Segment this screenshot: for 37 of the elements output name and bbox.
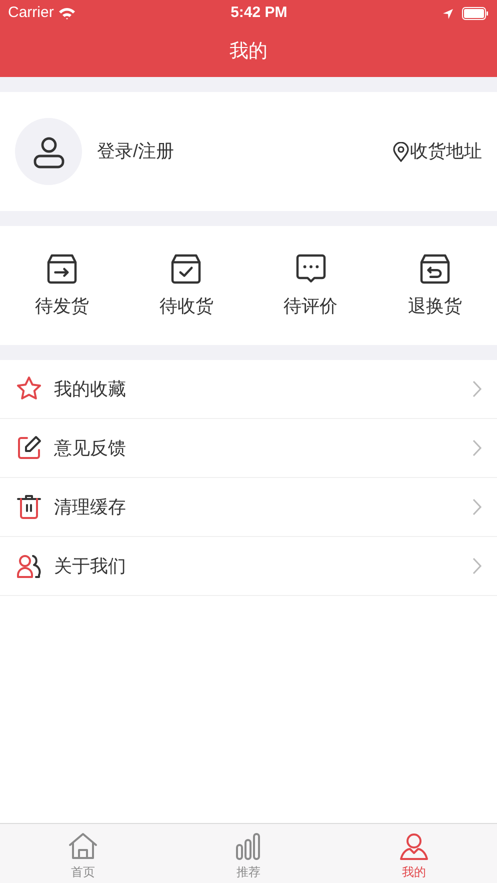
address-link[interactable]: 收货地址	[410, 138, 482, 165]
menu-item[interactable]: 意见反馈	[0, 419, 497, 478]
menu-label: 关于我们	[54, 554, 126, 578]
clock-time: 5:42 PM	[230, 3, 288, 24]
order-status-item[interactable]: 退换货	[372, 226, 497, 345]
chevron-right-icon	[472, 498, 482, 516]
login-link[interactable]: 登录/注册	[97, 138, 174, 165]
order-status-item[interactable]: 待评价	[248, 226, 373, 345]
tab-item[interactable]: 我的	[331, 824, 497, 883]
order-status-label: 待发货	[35, 295, 90, 318]
chevron-right-icon	[472, 439, 482, 457]
edit-icon	[15, 434, 43, 462]
order-status-label: 待评价	[284, 295, 338, 318]
tab-label: 推荐	[236, 864, 260, 881]
battery-icon	[462, 7, 489, 20]
menu-label: 我的收藏	[54, 378, 126, 400]
wifi-icon	[58, 7, 76, 20]
trash-icon	[15, 493, 43, 521]
order-status-label: 退换货	[408, 295, 462, 318]
menu-item[interactable]: 清理缓存	[0, 478, 497, 537]
menu-item[interactable]: 我的收藏	[0, 360, 497, 419]
order-status-item[interactable]: 待发货	[0, 226, 124, 345]
menu-label: 清理缓存	[54, 496, 126, 518]
location-pin-icon	[392, 142, 410, 162]
chevron-right-icon	[472, 380, 482, 398]
order-status-item[interactable]: 待收货	[124, 226, 248, 345]
user-icon	[398, 831, 430, 863]
location-arrow-icon	[442, 8, 454, 20]
people-icon	[15, 552, 43, 580]
page-title: 我的	[230, 40, 268, 64]
menu-item[interactable]: 关于我们	[0, 537, 497, 596]
menu-label: 意见反馈	[54, 436, 126, 460]
tab-label: 首页	[70, 864, 95, 881]
carrier-label: Carrier	[8, 3, 54, 24]
tab-label: 我的	[402, 864, 426, 881]
order-status-label: 待收货	[159, 295, 214, 318]
chevron-right-icon	[472, 557, 482, 575]
